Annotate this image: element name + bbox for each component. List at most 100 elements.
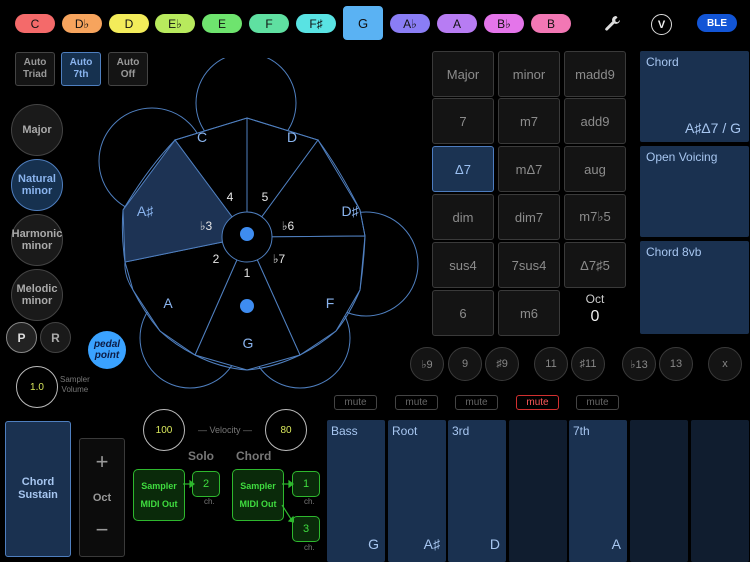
ext-11[interactable]: 11 xyxy=(534,347,568,381)
ext-sharp11[interactable]: ♯11 xyxy=(571,347,605,381)
quality-add9[interactable]: add9 xyxy=(564,98,626,144)
chord-panel[interactable]: Chord A♯Δ7 / G xyxy=(640,51,749,142)
root-dot xyxy=(240,299,254,313)
quality-m7[interactable]: m7 xyxy=(498,98,560,144)
routing-arrows xyxy=(183,479,294,523)
scale-harmonic-minor-button[interactable]: Harmonic minor xyxy=(11,214,63,266)
key-f[interactable]: F xyxy=(249,14,289,33)
voice-empty-2[interactable] xyxy=(630,420,688,562)
ext-flat9[interactable]: ♭9 xyxy=(410,347,444,381)
key-f-sharp[interactable]: F♯ xyxy=(296,14,336,33)
v-button[interactable]: V xyxy=(651,14,672,35)
quality-dim[interactable]: dim xyxy=(432,194,494,240)
degree-2: 2 xyxy=(213,252,220,266)
scale-major-button[interactable]: Major xyxy=(11,104,63,156)
note-label-c: C xyxy=(197,129,207,145)
key-a-flat[interactable]: A♭ xyxy=(390,14,430,33)
key-a[interactable]: A xyxy=(437,14,477,33)
key-b-flat[interactable]: B♭ xyxy=(484,14,524,33)
voice-bass-note: G xyxy=(368,536,379,552)
quality-sus4[interactable]: sus4 xyxy=(432,242,494,288)
quality-7[interactable]: 7 xyxy=(432,98,494,144)
voice-7th-label: 7th xyxy=(573,424,590,438)
voice-3rd-label: 3rd xyxy=(452,424,470,438)
velocity-label: — Velocity — xyxy=(198,425,253,435)
octave-stepper-label: Oct xyxy=(92,492,112,504)
key-c[interactable]: C xyxy=(15,14,55,33)
mute-button-2[interactable]: mute xyxy=(395,395,438,410)
mute-button-5[interactable]: mute xyxy=(576,395,619,410)
octave-plus-button[interactable]: + xyxy=(80,449,124,475)
key-d-flat[interactable]: D♭ xyxy=(62,14,102,33)
ext-sharp9[interactable]: ♯9 xyxy=(485,347,519,381)
quality-maj7[interactable]: Δ7 xyxy=(432,146,494,192)
solo-midi-label: MIDI Out xyxy=(140,499,178,509)
quality-minor[interactable]: minor xyxy=(498,51,560,97)
chord-8vb-label: Chord 8vb xyxy=(646,245,702,259)
chord-title: Chord xyxy=(236,449,272,463)
solo-sampler-label: Sampler xyxy=(141,481,177,491)
chord-name: A♯Δ7 / G xyxy=(684,120,741,136)
solo-output-box[interactable]: Sampler MIDI Out xyxy=(133,469,185,521)
degree-1: 1 xyxy=(244,266,251,280)
mute-button-1[interactable]: mute xyxy=(334,395,377,410)
solo-title: Solo xyxy=(188,449,214,463)
quality-m6[interactable]: m6 xyxy=(498,290,560,336)
quality-7sus4[interactable]: 7sus4 xyxy=(498,242,560,288)
ext-flat13[interactable]: ♭13 xyxy=(622,347,656,381)
key-b[interactable]: B xyxy=(531,14,571,33)
voice-7th[interactable]: 7th A xyxy=(569,420,627,562)
chord-ch2-label: ch. xyxy=(304,543,315,552)
key-d[interactable]: D xyxy=(109,14,149,33)
p-button[interactable]: P xyxy=(6,322,37,353)
open-voicing-label: Open Voicing xyxy=(646,150,718,164)
octave-minus-button[interactable]: − xyxy=(80,517,124,543)
octave-control[interactable]: Oct 0 xyxy=(566,292,624,334)
key-e-flat[interactable]: E♭ xyxy=(155,14,195,33)
chord-channel-2[interactable]: 3 xyxy=(292,516,320,542)
degree-flat-7: ♭7 xyxy=(273,252,286,266)
voice-empty-1[interactable] xyxy=(509,420,567,562)
mute-button-4[interactable]: mute xyxy=(516,395,559,410)
voice-bass[interactable]: Bass G xyxy=(327,420,385,562)
voice-3rd-note: D xyxy=(489,536,500,552)
velocity-right-knob[interactable]: 80 xyxy=(265,409,307,451)
voice-empty-3[interactable] xyxy=(691,420,749,562)
auto-triad-button[interactable]: Auto Triad xyxy=(15,52,55,86)
voice-root[interactable]: Root A♯ xyxy=(388,420,446,562)
sampler-volume-knob[interactable]: 1.0 xyxy=(16,366,58,408)
quality-dim7[interactable]: dim7 xyxy=(498,194,560,240)
ext-clear[interactable]: x xyxy=(708,347,742,381)
velocity-left-knob[interactable]: 100 xyxy=(143,409,185,451)
quality-madd9[interactable]: madd9 xyxy=(564,51,626,97)
scale-melodic-minor-button[interactable]: Melodic minor xyxy=(11,269,63,321)
degree-flat-3: ♭3 xyxy=(200,219,213,233)
chord-wheel: C D D♯ F G A A♯ 4 5 ♭6 ♭7 1 2 ♭3 xyxy=(98,58,419,389)
quality-m7-flat5[interactable]: m7♭5 xyxy=(564,194,626,240)
chord-channel-1[interactable]: 1 xyxy=(292,471,320,497)
chord-8vb-panel[interactable]: Chord 8vb xyxy=(640,241,749,334)
open-voicing-panel[interactable]: Open Voicing xyxy=(640,146,749,237)
ext-9[interactable]: 9 xyxy=(448,347,482,381)
wrench-icon[interactable] xyxy=(603,14,623,34)
ble-button[interactable]: BLE xyxy=(697,14,737,32)
key-g[interactable]: G xyxy=(343,6,383,40)
quality-aug[interactable]: aug xyxy=(564,146,626,192)
center-dot xyxy=(240,227,254,241)
quality-maj7-sharp5[interactable]: Δ7♯5 xyxy=(564,242,626,288)
voice-3rd[interactable]: 3rd D xyxy=(448,420,506,562)
voice-7th-note: A xyxy=(611,536,621,552)
r-button[interactable]: R xyxy=(40,322,71,353)
voice-root-label: Root xyxy=(392,424,418,438)
quality-6[interactable]: 6 xyxy=(432,290,494,336)
quality-m-maj7[interactable]: mΔ7 xyxy=(498,146,560,192)
key-e[interactable]: E xyxy=(202,14,242,33)
chord-sustain-button[interactable]: Chord Sustain xyxy=(5,421,71,557)
octave-label: Oct xyxy=(585,292,605,306)
mute-button-3[interactable]: mute xyxy=(455,395,498,410)
scale-natural-minor-button[interactable]: Natural minor xyxy=(11,159,63,211)
degree-5: 5 xyxy=(262,190,269,204)
quality-major[interactable]: Major xyxy=(432,51,494,97)
note-label-a: A xyxy=(163,295,173,311)
ext-13[interactable]: 13 xyxy=(659,347,693,381)
